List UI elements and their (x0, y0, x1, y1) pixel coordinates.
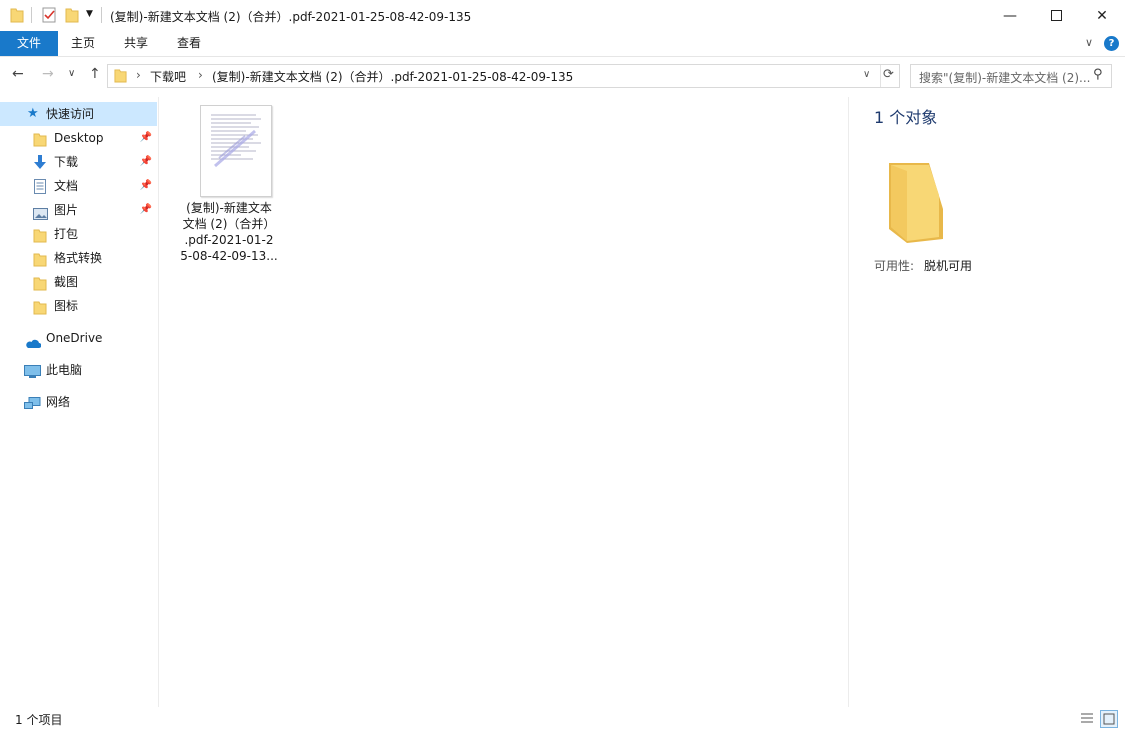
divider (101, 7, 102, 23)
sidebar-item-label: OneDrive (46, 331, 103, 345)
object-count: 1 个对象 (874, 108, 938, 127)
details-view-icon[interactable] (1080, 711, 1094, 725)
close-button[interactable]: ✕ (1079, 0, 1125, 31)
pin-icon: 📌 (139, 180, 152, 191)
sidebar-item-label: 截图 (54, 275, 79, 289)
new-folder-icon[interactable] (65, 7, 79, 26)
sidebar-item-desktop[interactable]: Desktop 📌 (0, 126, 157, 150)
sidebar-item-pictures[interactable]: 图片 📌 (0, 198, 157, 222)
sidebar-item-network[interactable]: 网络 (0, 390, 157, 414)
sidebar-item-this-pc[interactable]: 此电脑 (0, 358, 157, 382)
availability-key: 可用性: (874, 259, 915, 273)
sidebar-item-folder[interactable]: 截图 (0, 270, 157, 294)
folder-icon (887, 157, 947, 248)
ribbon: 文件 主页 共享 查看 ∨ ? (0, 31, 1125, 57)
large-icons-view-icon[interactable] (1100, 710, 1118, 728)
sidebar-item-label: 文档 (54, 179, 79, 193)
address-bar[interactable]: › 下载吧 › (复制)-新建文本文档 (2)（合并）.pdf-2021-01-… (107, 64, 900, 88)
network-icon (24, 395, 41, 419)
tab-file[interactable]: 文件 (0, 31, 58, 56)
availability-value: 脱机可用 (924, 259, 973, 273)
refresh-button[interactable]: ⟳ (883, 67, 894, 82)
tab-view[interactable]: 查看 (163, 31, 215, 56)
recent-locations-button[interactable]: ∨ (68, 68, 75, 79)
sidebar-item-label: 打包 (54, 227, 79, 241)
pin-icon: 📌 (139, 156, 152, 167)
pdf-thumbnail (200, 105, 272, 197)
help-icon[interactable]: ? (1104, 36, 1119, 51)
file-name-line: .pdf-2021-01-2 (184, 233, 274, 247)
status-item-count: 1 个项目 (15, 713, 63, 727)
sidebar-item-label: 格式转换 (54, 251, 103, 265)
navigation-pane: ★ 快速访问 Desktop 📌 下载 📌 文档 📌 图片 📌 打包 格式转换 … (0, 97, 159, 707)
tab-home[interactable]: 主页 (58, 31, 108, 56)
sidebar-item-label: 图标 (54, 299, 79, 313)
file-name[interactable]: (复制)-新建文本 文档 (2)（合并） .pdf-2021-01-2 5-08… (170, 200, 288, 264)
details-pane: 1 个对象 可用性: 脱机可用 (848, 97, 1125, 707)
breadcrumb-separator[interactable]: › (198, 68, 203, 82)
divider (31, 7, 32, 23)
search-icon[interactable]: ⚲ (1093, 67, 1103, 82)
sidebar-item-folder[interactable]: 格式转换 (0, 246, 157, 270)
forward-button[interactable]: → (42, 66, 54, 82)
breadcrumb-separator[interactable]: › (136, 68, 141, 82)
pin-icon: 📌 (139, 132, 152, 143)
sidebar-item-label: 下载 (54, 155, 79, 169)
sidebar-item-label: 此电脑 (46, 363, 83, 377)
sidebar-item-label: Desktop (54, 131, 104, 145)
search-input[interactable]: 搜索"(复制)-新建文本文档 (2)... ⚲ (910, 64, 1112, 88)
back-button[interactable]: ← (12, 66, 24, 82)
sidebar-item-label: 网络 (46, 395, 71, 409)
sidebar-item-folder[interactable]: 打包 (0, 222, 157, 246)
pin-icon: 📌 (139, 204, 152, 215)
file-item[interactable]: (复制)-新建文本 文档 (2)（合并） .pdf-2021-01-2 5-08… (170, 105, 288, 275)
sidebar-item-documents[interactable]: 文档 📌 (0, 174, 157, 198)
sidebar-item-downloads[interactable]: 下载 📌 (0, 150, 157, 174)
file-name-line: (复制)-新建文本 (186, 201, 272, 215)
sidebar-item-quick-access[interactable]: ★ 快速访问 (0, 102, 157, 126)
file-name-line: 5-08-42-09-13... (180, 249, 278, 263)
folder-icon (114, 68, 127, 86)
up-button[interactable]: ↑ (89, 66, 101, 82)
cloud-icon (24, 333, 42, 357)
breadcrumb-item[interactable]: 下载吧 (150, 68, 186, 85)
sidebar-item-label: 图片 (54, 203, 79, 217)
search-placeholder: 搜索"(复制)-新建文本文档 (2)... (919, 71, 1091, 85)
address-dropdown-button[interactable]: ∨ (863, 69, 870, 80)
breadcrumb-item[interactable]: (复制)-新建文本文档 (2)（合并）.pdf-2021-01-25-08-42… (212, 68, 573, 85)
navigation-bar: ← → ∨ ↑ › 下载吧 › (复制)-新建文本文档 (2)（合并）.pdf-… (0, 57, 1125, 93)
star-icon: ★ (27, 106, 39, 121)
tab-share[interactable]: 共享 (110, 31, 162, 56)
folder-icon (33, 299, 47, 323)
maximize-button[interactable] (1033, 0, 1079, 31)
sidebar-item-folder[interactable]: 图标 (0, 294, 157, 318)
file-name-line: 文档 (2)（合并） (182, 217, 276, 231)
title-bar: ▼ (复制)-新建文本文档 (2)（合并）.pdf-2021-01-25-08-… (0, 0, 1125, 31)
folder-icon (10, 7, 24, 26)
divider (880, 65, 881, 87)
customize-qa-icon[interactable]: ▼ (86, 9, 93, 19)
sidebar-item-label: 快速访问 (46, 107, 95, 121)
properties-icon[interactable] (42, 7, 56, 26)
minimize-button[interactable]: — (987, 0, 1033, 31)
sidebar-item-onedrive[interactable]: OneDrive (0, 326, 157, 350)
window-title: (复制)-新建文本文档 (2)（合并）.pdf-2021-01-25-08-42… (110, 10, 472, 24)
computer-icon (24, 363, 41, 387)
status-bar: 1 个项目 (0, 707, 1125, 731)
file-list[interactable]: (复制)-新建文本 文档 (2)（合并） .pdf-2021-01-2 5-08… (160, 97, 848, 707)
expand-ribbon-icon[interactable]: ∨ (1085, 36, 1093, 49)
